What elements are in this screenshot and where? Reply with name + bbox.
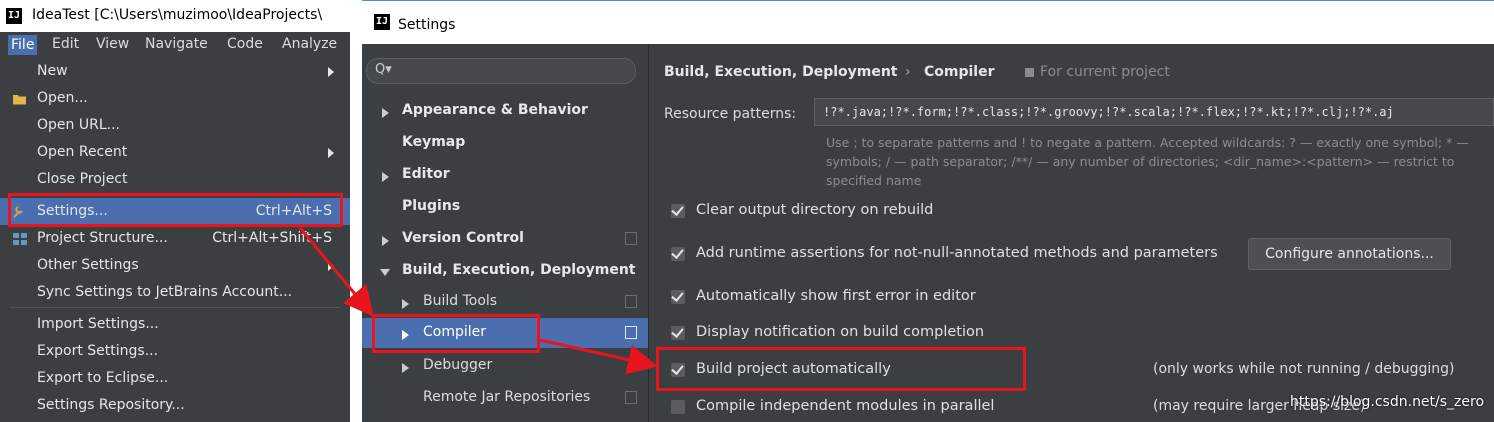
arrow-compiler-to-option (539, 338, 658, 375)
arrow-settings-to-compiler (298, 227, 374, 317)
annotation-arrows (298, 227, 658, 375)
watermark-text: https://blog.csdn.net/s_zero (1290, 394, 1485, 410)
